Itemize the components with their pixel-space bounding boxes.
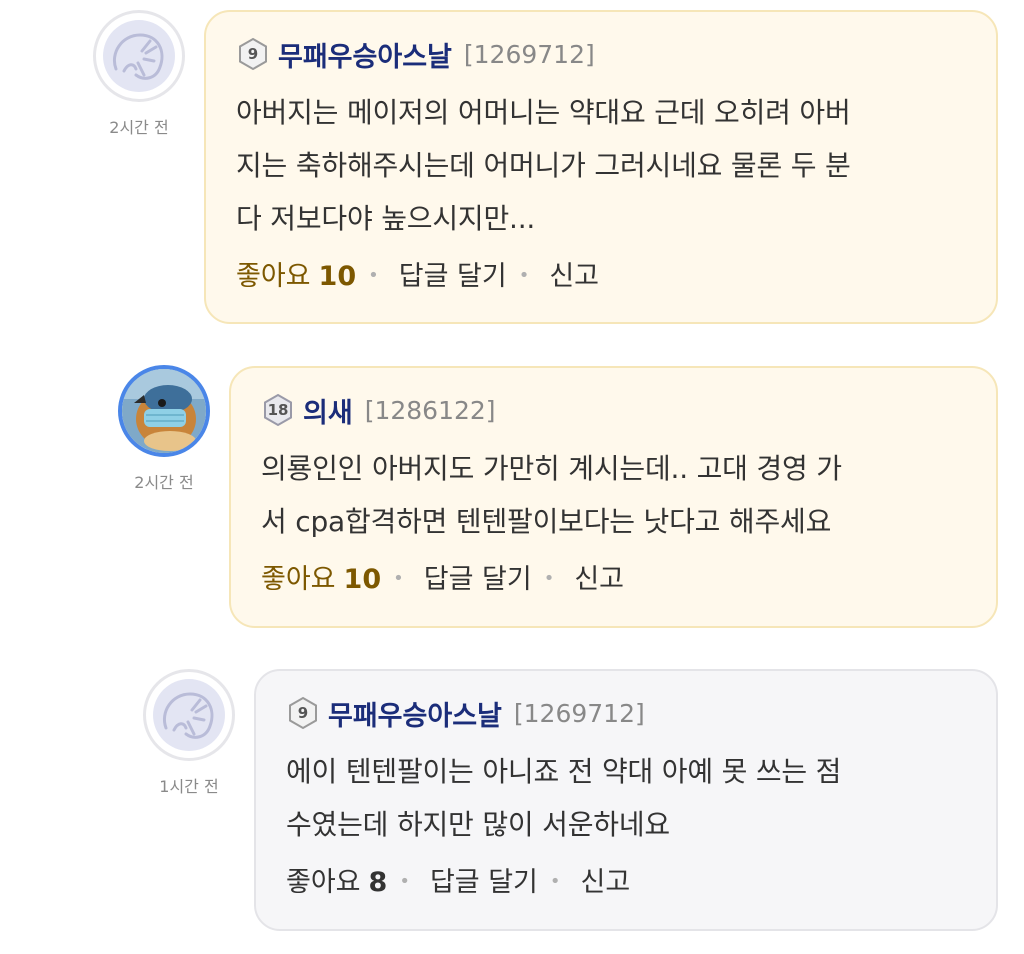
comment-line: 아버지는 메이저의 어머니는 약대요 근데 오히려 아버 bbox=[236, 96, 851, 129]
avatar-column: 2시간 전 bbox=[114, 365, 214, 493]
reply-button[interactable]: 답글 달기 bbox=[424, 557, 532, 596]
comment-actions: 좋아요 8 • 답글 달기 • 신고 bbox=[286, 860, 966, 899]
comment-line: 서 cpa합격하면 텐텐팔이보다는 낫다고 해주세요 bbox=[261, 505, 832, 538]
report-button[interactable]: 신고 bbox=[574, 557, 624, 596]
comment-bubble: 9 무패우승아스날 [1269712] 아버지는 메이저의 어머니는 약대요 근… bbox=[204, 10, 998, 324]
reply-button[interactable]: 답글 달기 bbox=[430, 860, 538, 899]
default-avatar-icon bbox=[153, 679, 225, 751]
like-label: 좋아요 bbox=[286, 867, 361, 898]
separator-dot: • bbox=[399, 871, 410, 892]
comment-line: 에이 텐텐팔이는 아니죠 전 약대 아예 못 쓰는 점 bbox=[286, 755, 842, 788]
comment-time: 2시간 전 bbox=[109, 118, 169, 137]
separator-dot: • bbox=[549, 871, 561, 892]
level-badge: 9 bbox=[286, 696, 320, 730]
like-count: 10 bbox=[318, 261, 357, 292]
avatar[interactable] bbox=[143, 669, 235, 761]
avatar-column: 1시간 전 bbox=[139, 669, 239, 797]
comment-line: 수였는데 하지만 많이 서운하네요 bbox=[286, 808, 670, 841]
avatar[interactable] bbox=[118, 365, 210, 457]
comment-text: 아버지는 메이저의 어머니는 약대요 근데 오히려 아버 지는 축하해주시는데 … bbox=[236, 86, 966, 245]
nickname[interactable]: 무패우승아스날 bbox=[278, 35, 452, 74]
avatar[interactable] bbox=[93, 10, 185, 102]
like-button[interactable]: 좋아요 8 bbox=[286, 860, 387, 899]
like-count: 10 bbox=[343, 564, 382, 595]
separator-dot: • bbox=[368, 265, 379, 286]
comment-text: 에이 텐텐팔이는 아니죠 전 약대 아예 못 쓰는 점 수였는데 하지만 많이 … bbox=[286, 745, 966, 851]
level-number: 18 bbox=[267, 401, 289, 419]
level-badge: 18 bbox=[261, 393, 295, 427]
level-number: 9 bbox=[247, 45, 259, 63]
comment-bubble: 9 무패우승아스날 [1269712] 에이 텐텐팔이는 아니죠 전 약대 아예… bbox=[254, 669, 998, 931]
comment-header: 9 무패우승아스날 [1269712] bbox=[236, 34, 966, 74]
like-button[interactable]: 좋아요 10 bbox=[236, 254, 356, 293]
comment-time: 1시간 전 bbox=[159, 777, 219, 796]
comment-actions: 좋아요 10 • 답글 달기 • 신고 bbox=[236, 254, 966, 293]
comment-header: 18 의새 [1286122] bbox=[261, 390, 966, 430]
report-button[interactable]: 신고 bbox=[549, 254, 599, 293]
nickname[interactable]: 무패우승아스날 bbox=[328, 694, 502, 733]
separator-dot: • bbox=[393, 568, 404, 589]
level-badge: 9 bbox=[236, 37, 270, 71]
nickname[interactable]: 의새 bbox=[303, 391, 353, 430]
report-button[interactable]: 신고 bbox=[581, 860, 631, 899]
comment-line: 의룡인인 아버지도 가만히 계시는데.. 고대 경영 가 bbox=[261, 452, 842, 485]
like-button[interactable]: 좋아요 10 bbox=[261, 557, 381, 596]
avatar-column: 2시간 전 bbox=[89, 10, 189, 138]
comment-actions: 좋아요 10 • 답글 달기 • 신고 bbox=[261, 557, 966, 596]
comment-time: 2시간 전 bbox=[134, 473, 194, 492]
reply-button[interactable]: 답글 달기 bbox=[399, 254, 507, 293]
comment-bubble: 18 의새 [1286122] 의룡인인 아버지도 가만히 계시는데.. 고대 … bbox=[229, 366, 998, 628]
bird-in-mask-avatar-icon bbox=[122, 369, 206, 453]
comment-text: 의룡인인 아버지도 가만히 계시는데.. 고대 경영 가 서 cpa합격하면 텐… bbox=[261, 442, 966, 548]
level-number: 9 bbox=[297, 704, 309, 722]
comment-line: 지는 축하해주시는데 어머니가 그러시네요 물론 두 분 bbox=[236, 149, 851, 182]
separator-dot: • bbox=[518, 265, 530, 286]
like-label: 좋아요 bbox=[236, 261, 311, 292]
separator-dot: • bbox=[543, 568, 555, 589]
user-id: [1269712] bbox=[513, 698, 645, 728]
default-avatar-icon bbox=[103, 20, 175, 92]
comment-line: 다 저보다야 높으시지만... bbox=[236, 202, 536, 235]
user-id: [1269712] bbox=[463, 39, 595, 69]
user-id: [1286122] bbox=[364, 395, 496, 425]
comment-header: 9 무패우승아스날 [1269712] bbox=[286, 693, 966, 733]
like-count: 8 bbox=[368, 867, 388, 898]
like-label: 좋아요 bbox=[261, 564, 336, 595]
